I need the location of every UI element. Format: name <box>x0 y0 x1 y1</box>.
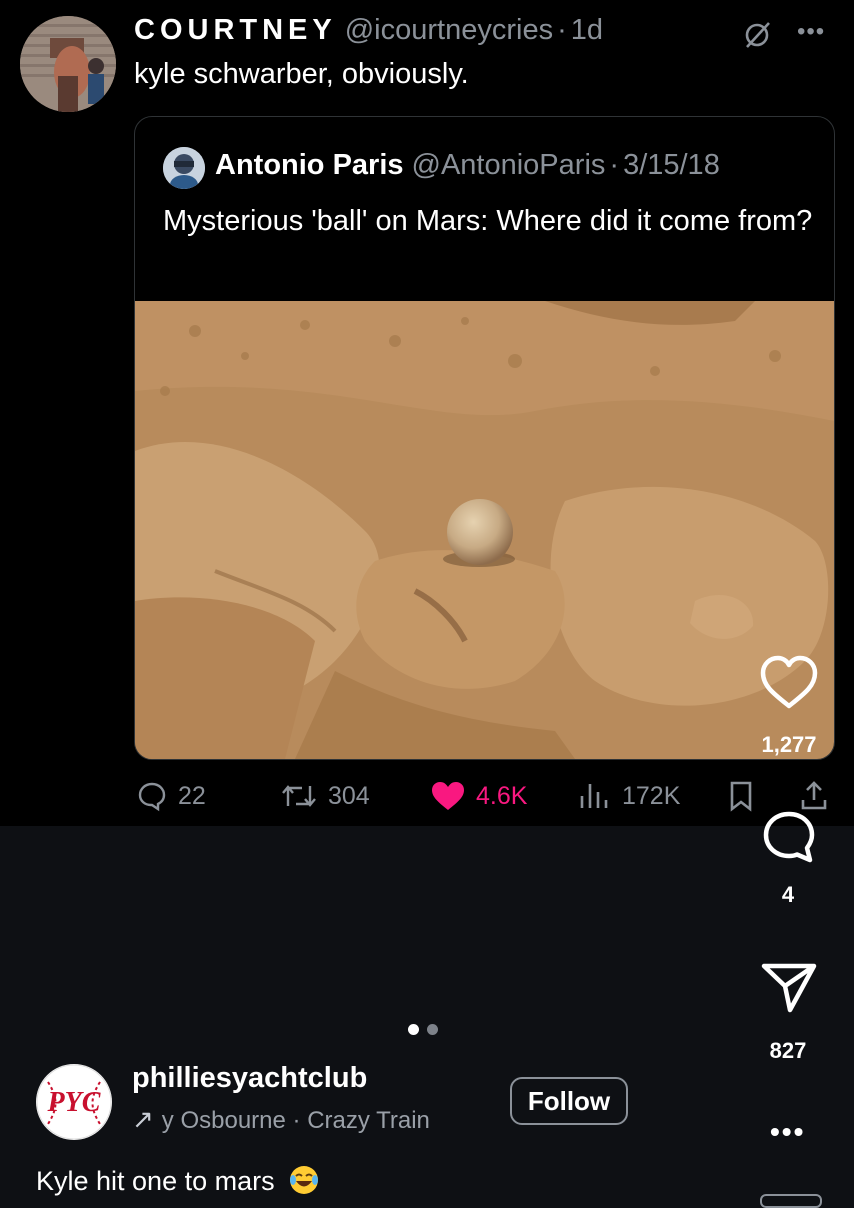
follow-button[interactable]: Follow <box>510 1077 628 1125</box>
quoted-text: Mysterious 'ball' on Mars: Where did it … <box>163 205 813 237</box>
quoted-tweet-card[interactable]: Antonio Paris @AntonioParis · 3/15/18 Myste… <box>134 116 835 760</box>
tweet-time: 1d <box>570 14 604 46</box>
like-button[interactable]: 4.6K <box>430 776 527 816</box>
quoted-author-avatar[interactable] <box>163 147 205 189</box>
courtney-avatar[interactable] <box>20 16 116 112</box>
trending-arrow-icon: ↗ <box>132 1104 154 1134</box>
mars-ball-photo[interactable] <box>135 301 834 759</box>
tweet-action-bar: 22 304 4.6K 172K <box>0 776 854 816</box>
quoted-display-name[interactable]: Antonio Paris <box>215 149 404 181</box>
retweet-button[interactable]: 304 <box>280 776 370 816</box>
quoted-separator: · <box>609 149 620 181</box>
caption-text: Kyle hit one to mars <box>36 1166 275 1196</box>
more-options-icon[interactable]: ••• <box>797 18 825 46</box>
heart-outline-icon[interactable] <box>758 652 820 712</box>
views-button[interactable]: 172K <box>578 776 680 816</box>
grok-slash-icon[interactable] <box>742 20 772 50</box>
views-count: 172K <box>622 781 681 810</box>
audio-thumbnail-peek[interactable] <box>760 1194 822 1208</box>
quoted-author-row: Antonio Paris @AntonioParis · 3/15/18 <box>215 149 720 182</box>
pager-dot-active <box>408 1024 419 1035</box>
reel-comment-count: 4 <box>781 882 795 907</box>
reply-count: 22 <box>178 781 206 810</box>
quoted-date: 3/15/18 <box>623 149 720 181</box>
bookmark-button[interactable] <box>728 776 764 816</box>
account-name[interactable]: philliesyachtclub <box>132 1062 367 1095</box>
tweet-author-row: COURTNEY @icourtneycries · 1d <box>134 14 603 47</box>
post-caption: Kyle hit one to mars <box>36 1164 320 1197</box>
audio-artist: y Osbourne <box>161 1107 286 1134</box>
pyc-logo-text: PYC <box>47 1087 101 1118</box>
tweet-text: kyle schwarber, obviously. <box>134 58 469 90</box>
send-paper-plane-icon[interactable] <box>760 960 818 1014</box>
audio-track: Crazy Train <box>307 1107 430 1134</box>
tweet-display-name[interactable]: COURTNEY <box>134 14 337 46</box>
bookmark-icon <box>730 781 752 812</box>
carousel-pager <box>408 1024 438 1035</box>
views-icon <box>580 784 608 808</box>
reply-icon <box>138 782 166 812</box>
embedded-tweet-screenshot: COURTNEY @icourtneycries · 1d ••• kyle schw… <box>0 0 854 826</box>
reel-more-options-icon[interactable]: ••• <box>770 1116 805 1148</box>
laughing-tears-emoji-icon <box>290 1166 319 1194</box>
pager-dot <box>427 1024 438 1035</box>
comment-bubble-icon[interactable] <box>760 808 818 866</box>
reel-like-count: 1,277 <box>761 732 817 757</box>
heart-filled-icon <box>432 782 464 810</box>
like-count: 4.6K <box>476 781 528 810</box>
quoted-handle[interactable]: @AntonioParis <box>412 149 606 181</box>
philliesyachtclub-avatar[interactable]: PYC <box>36 1064 112 1140</box>
reply-button[interactable]: 22 <box>136 776 206 816</box>
tweet-separator: · <box>557 14 567 46</box>
audio-attribution[interactable]: ↗ y Osbourne · Crazy Train <box>132 1104 430 1135</box>
tweet-handle[interactable]: @icourtneycries <box>345 14 553 46</box>
reel-share-count: 827 <box>769 1038 807 1063</box>
retweet-icon <box>282 785 316 807</box>
retweet-count: 304 <box>328 781 370 810</box>
